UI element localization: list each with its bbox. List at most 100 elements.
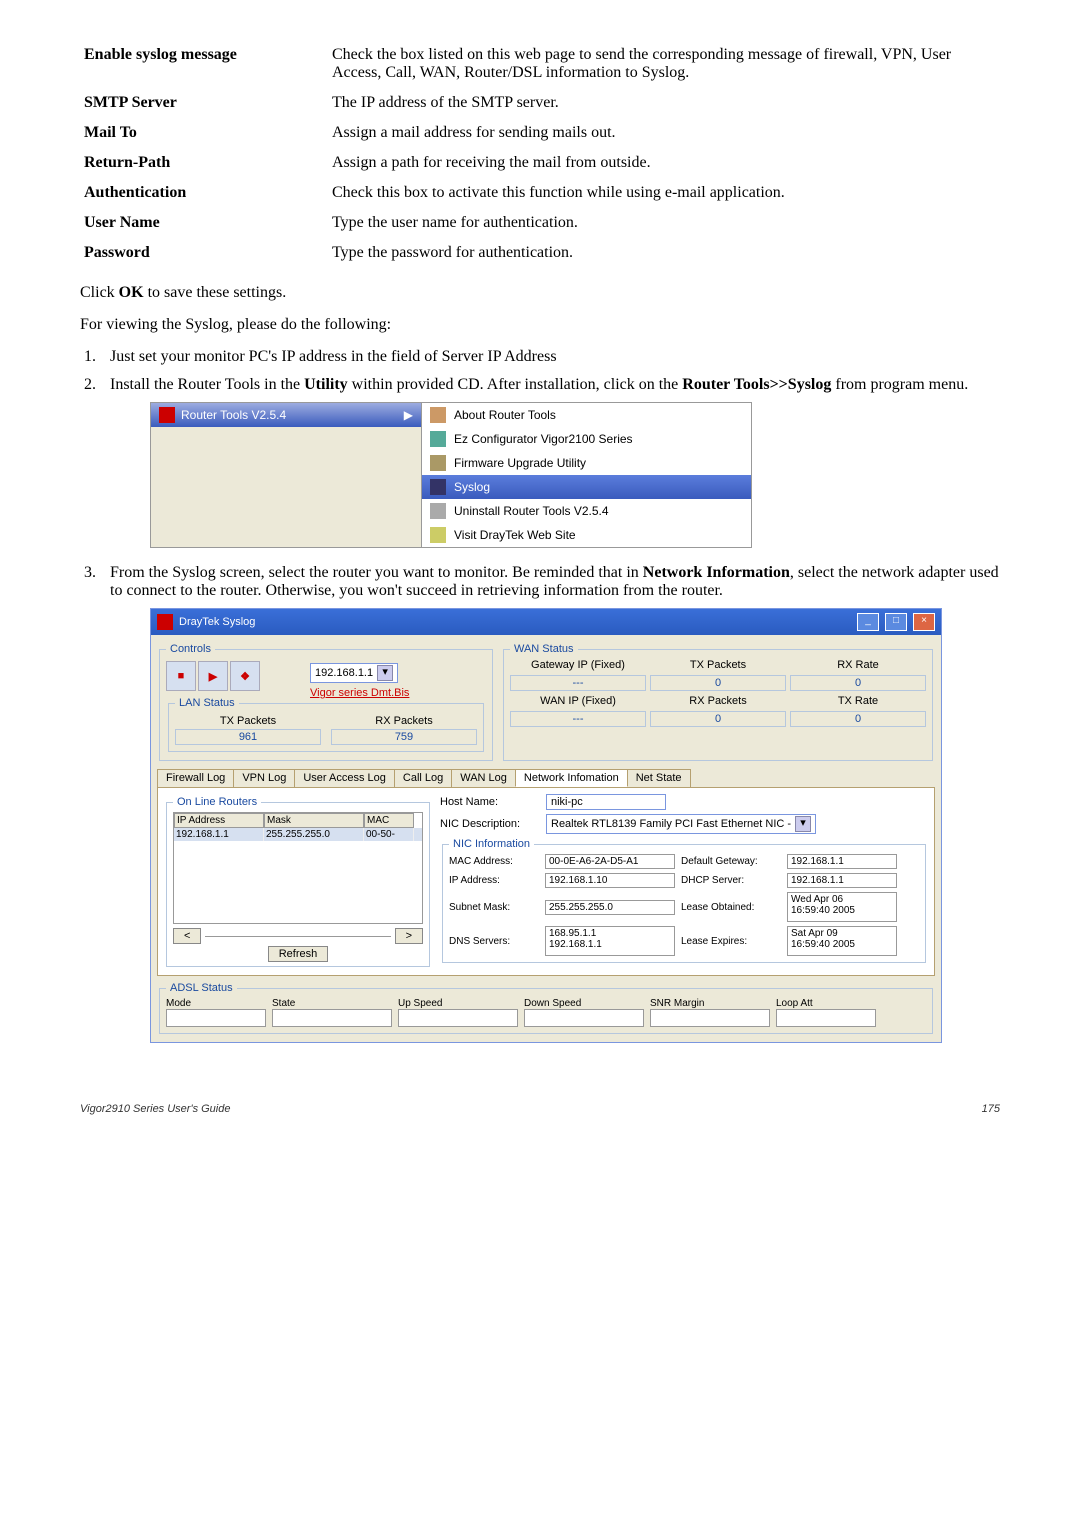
definition-desc: Check this box to activate this function… (328, 178, 1000, 208)
lex-label: Lease Expires: (681, 936, 781, 947)
wan-status-legend: WAN Status (510, 643, 578, 655)
tab[interactable]: Net State (627, 769, 691, 787)
dhcp-value: 192.168.1.1 (787, 873, 897, 888)
adsl-label: Mode (166, 998, 266, 1009)
wan-cell: --- (510, 711, 646, 727)
menu-item[interactable]: Syslog (422, 475, 751, 499)
tab[interactable]: VPN Log (233, 769, 295, 787)
controls-legend: Controls (166, 643, 215, 655)
online-routers-fieldset: On Line Routers IP Address Mask MAC 192.… (166, 796, 430, 967)
nic-info-fieldset: NIC Information MAC Address: 00-0E-A6-2A… (442, 838, 926, 963)
adsl-value (166, 1009, 266, 1027)
close-button[interactable]: × (913, 613, 935, 631)
app-titlebar: DrayTek Syslog _ □ × (151, 609, 941, 635)
adsl-value (650, 1009, 770, 1027)
menu-item-icon (430, 431, 446, 447)
step-2: Install the Router Tools in the Utility … (100, 376, 1000, 548)
settings-button[interactable]: ❖ (230, 661, 260, 691)
olr-col-mask: Mask (264, 813, 364, 828)
tab[interactable]: WAN Log (451, 769, 516, 787)
menu-title-bar: Router Tools V2.5.4 ▶ (151, 403, 421, 427)
nic-desc-label: NIC Description: (440, 818, 540, 830)
lan-tx-label: TX Packets (175, 715, 321, 727)
refresh-button[interactable]: Refresh (268, 946, 329, 962)
maximize-button[interactable]: □ (885, 613, 907, 631)
click-ok-line: Click OK to save these settings. (80, 284, 1000, 302)
definition-row: Enable syslog messageCheck the box liste… (80, 40, 1000, 88)
definition-term: Mail To (80, 118, 328, 148)
definition-desc: Type the password for authentication. (328, 238, 1000, 268)
step-1: Just set your monitor PC's IP address in… (100, 348, 1000, 366)
syslog-app-screenshot: DrayTek Syslog _ □ × Controls ■ ▶ ❖ (150, 608, 942, 1043)
menu-item-icon (430, 503, 446, 519)
wan-cell: WAN IP (Fixed) (510, 695, 646, 707)
host-name-label: Host Name: (440, 796, 540, 808)
chevron-down-icon: ▾ (377, 665, 393, 681)
definition-row: AuthenticationCheck this box to activate… (80, 178, 1000, 208)
app-title: DrayTek Syslog (179, 616, 255, 628)
scroll-right-button[interactable]: > (395, 928, 423, 944)
lob-value: Wed Apr 06 16:59:40 2005 (787, 892, 897, 922)
adsl-label: State (272, 998, 392, 1009)
nic-desc-dropdown[interactable]: Realtek RTL8139 Family PCI Fast Ethernet… (546, 814, 816, 834)
definition-row: SMTP ServerThe IP address of the SMTP se… (80, 88, 1000, 118)
definition-term: Password (80, 238, 328, 268)
minimize-button[interactable]: _ (857, 613, 879, 631)
controls-fieldset: Controls ■ ▶ ❖ 192.168.1.1 ▾ Vigor serie… (159, 643, 493, 761)
menu-item[interactable]: Firmware Upgrade Utility (422, 451, 751, 475)
ip-dropdown[interactable]: 192.168.1.1 ▾ (310, 663, 398, 683)
lob-label: Lease Obtained: (681, 902, 781, 913)
menu-screenshot: Router Tools V2.5.4 ▶ About Router Tools… (150, 402, 752, 548)
step-3: From the Syslog screen, select the route… (100, 564, 1000, 1043)
menu-item[interactable]: Ez Configurator Vigor2100 Series (422, 427, 751, 451)
menu-item[interactable]: Uninstall Router Tools V2.5.4 (422, 499, 751, 523)
record-button[interactable]: ■ (166, 661, 196, 691)
tab[interactable]: User Access Log (294, 769, 395, 787)
menu-item-icon (430, 407, 446, 423)
olr-row[interactable]: 192.168.1.1 255.255.255.0 00-50- (174, 828, 422, 841)
tab[interactable]: Call Log (394, 769, 452, 787)
dns-label: DNS Servers: (449, 936, 539, 947)
defgw-value: 192.168.1.1 (787, 854, 897, 869)
tab[interactable]: Network Infomation (515, 769, 628, 787)
adsl-value (524, 1009, 644, 1027)
lex-value: Sat Apr 09 16:59:40 2005 (787, 926, 897, 956)
online-routers-list[interactable]: IP Address Mask MAC 192.168.1.1 255.255.… (173, 812, 423, 924)
definition-desc: Assign a mail address for sending mails … (328, 118, 1000, 148)
wan-cell: --- (510, 675, 646, 691)
sub-label: Subnet Mask: (449, 902, 539, 913)
menu-item[interactable]: About Router Tools (422, 403, 751, 427)
wan-cell: TX Packets (650, 659, 786, 671)
footer-page-number: 175 (982, 1103, 1000, 1115)
ip-label: IP Address: (449, 875, 539, 886)
menu-item-label: Uninstall Router Tools V2.5.4 (454, 504, 609, 518)
menu-item-label: Syslog (454, 480, 490, 494)
page-footer: Vigor2910 Series User's Guide 175 (80, 1103, 1000, 1115)
mac-value: 00-0E-A6-2A-D5-A1 (545, 854, 675, 869)
menu-item-label: About Router Tools (454, 408, 556, 422)
dns-value: 168.95.1.1 192.168.1.1 (545, 926, 675, 956)
definition-desc: Check the box listed on this web page to… (328, 40, 1000, 88)
product-link[interactable]: Vigor series Dmt.Bis (310, 687, 409, 699)
tab[interactable]: Firewall Log (157, 769, 234, 787)
definition-desc: The IP address of the SMTP server. (328, 88, 1000, 118)
definition-desc: Type the user name for authentication. (328, 208, 1000, 238)
menu-title: Router Tools V2.5.4 (181, 408, 286, 422)
adsl-value (776, 1009, 876, 1027)
scroll-left-button[interactable]: < (173, 928, 201, 944)
pause-button[interactable]: ▶ (198, 661, 228, 691)
adsl-value (398, 1009, 518, 1027)
wan-cell: Gateway IP (Fixed) (510, 659, 646, 671)
lan-status-fieldset: LAN Status TX Packets 961 RX Packets 759 (168, 697, 484, 752)
adsl-label: SNR Margin (650, 998, 770, 1009)
definition-row: Return-PathAssign a path for receiving t… (80, 148, 1000, 178)
app-icon (157, 614, 173, 630)
defgw-label: Default Geteway: (681, 856, 781, 867)
adsl-label: Down Speed (524, 998, 644, 1009)
definition-row: Mail ToAssign a mail address for sending… (80, 118, 1000, 148)
tabs-row: Firewall LogVPN LogUser Access LogCall L… (157, 769, 935, 787)
menu-item[interactable]: Visit DrayTek Web Site (422, 523, 751, 547)
dhcp-label: DHCP Server: (681, 875, 781, 886)
footer-left: Vigor2910 Series User's Guide (80, 1103, 230, 1115)
definition-desc: Assign a path for receiving the mail fro… (328, 148, 1000, 178)
